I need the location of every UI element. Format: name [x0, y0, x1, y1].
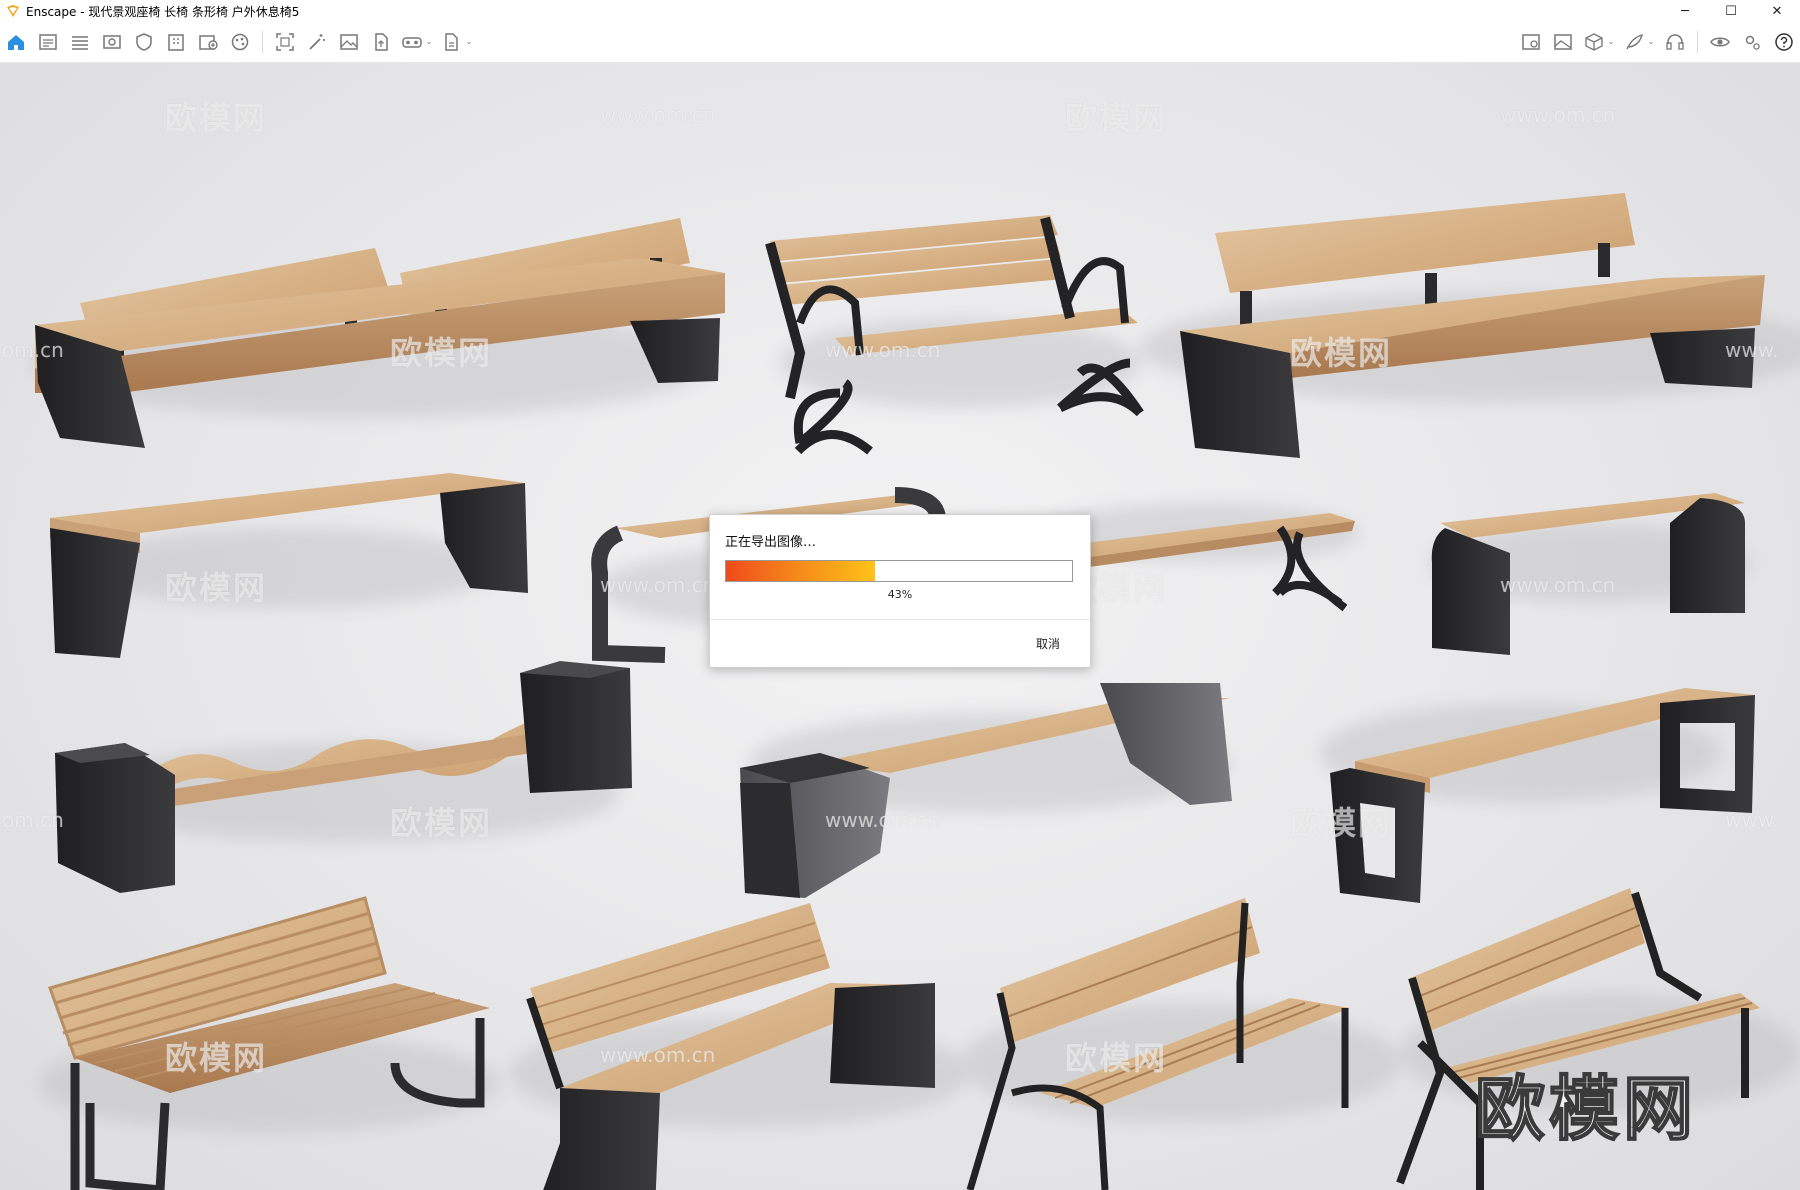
main-toolbar: ⌄ ⌄ ⌄ ⌄ ⌃	[0, 22, 1800, 86]
watermark-url: www.om.cn	[825, 338, 941, 362]
watermark-url: www.om.cn	[1500, 573, 1616, 597]
dialog-title: 正在导出图像…	[725, 535, 817, 550]
watermark-url: www.om.cn	[600, 103, 716, 127]
image-icon	[340, 34, 358, 50]
watermark-url: www.om.cn	[600, 1043, 716, 1067]
dialog-divider	[710, 619, 1090, 620]
home-button[interactable]	[0, 22, 32, 62]
toolbar-right-group: ⌄ ⌄	[1515, 22, 1800, 62]
building-button[interactable]	[160, 22, 192, 62]
title-bar: Enscape - 现代景观座椅 长椅 条形椅 户外休息椅5 ─ ☐ ✕	[0, 0, 1800, 22]
maximize-icon: ☐	[1725, 3, 1737, 19]
watermark-text: 欧模网	[1290, 804, 1393, 842]
shield-button[interactable]	[128, 22, 160, 62]
add-object-button[interactable]	[192, 22, 224, 62]
enscape-logo-icon	[7, 5, 19, 17]
eye-button[interactable]	[1704, 22, 1736, 62]
project-icon	[39, 34, 57, 50]
watermark-text: 欧模网	[1065, 99, 1168, 137]
bench-long-backrest	[1180, 193, 1765, 458]
map-icon	[1522, 34, 1540, 50]
magic-button[interactable]	[301, 22, 333, 62]
watermark-text: 欧模网	[165, 1039, 268, 1077]
map-button[interactable]	[1515, 22, 1547, 62]
watermark-url: om.cn	[2, 338, 64, 362]
headset-button[interactable]	[1659, 22, 1691, 62]
watermark-text: 欧模网	[1290, 334, 1393, 372]
toolbar-left-group: ⌄ ⌄	[0, 22, 477, 62]
progress-fill	[726, 561, 875, 581]
screenshot-icon	[276, 33, 294, 51]
watermark-url: www.om.cn	[1500, 103, 1616, 127]
close-icon: ✕	[1771, 3, 1783, 19]
shield-icon	[136, 33, 152, 51]
close-button[interactable]: ✕	[1754, 0, 1800, 22]
maximize-button[interactable]: ☐	[1708, 0, 1754, 22]
render-viewport[interactable]: 欧模网 www.om.cn 欧模网 www.om.cn om.cn 欧模网 ww…	[0, 63, 1800, 1190]
settings-button[interactable]	[1736, 22, 1768, 62]
chevron-down-icon: ⌄	[1607, 37, 1615, 47]
add-object-icon	[199, 35, 218, 50]
settings-icon	[1745, 35, 1760, 50]
progress-percent: 43%	[887, 588, 913, 601]
help-button[interactable]	[1768, 22, 1800, 62]
watermark-text: 欧模网	[390, 804, 493, 842]
cube-dropdown[interactable]: ⌄	[1579, 22, 1619, 62]
toolbar-separator	[1697, 31, 1698, 53]
export-icon	[445, 33, 458, 51]
watermark-logo: 欧模网	[1474, 1067, 1697, 1151]
cube-icon	[1585, 33, 1603, 51]
view-icon	[103, 35, 121, 49]
image-button[interactable]	[333, 22, 365, 62]
feather-icon	[1626, 33, 1644, 50]
window-title: Enscape - 现代景观座椅 长椅 条形椅 户外休息椅5	[26, 4, 300, 19]
vr-icon	[402, 37, 422, 48]
eye-icon	[1710, 37, 1730, 47]
help-icon	[1775, 33, 1793, 51]
watermark-url: www.om.cn	[825, 808, 941, 832]
watermark-url: www.	[1725, 338, 1779, 362]
home-icon	[8, 35, 24, 50]
visual-settings-icon	[72, 36, 88, 50]
visual-settings-button[interactable]	[64, 22, 96, 62]
minimize-button[interactable]: ─	[1662, 0, 1708, 22]
upload-icon	[375, 33, 388, 51]
watermark-url: www.	[1725, 808, 1779, 832]
watermark-text: 欧模网	[390, 334, 493, 372]
project-button[interactable]	[32, 22, 64, 62]
upload-button[interactable]	[365, 22, 397, 62]
export-dropdown[interactable]: ⌄	[437, 22, 477, 62]
screenshot-button[interactable]	[269, 22, 301, 62]
bench-wavy-slats	[55, 661, 632, 893]
building-icon	[168, 34, 184, 51]
bench-slatted-tubular	[48, 896, 490, 1190]
chevron-down-icon: ⌄	[465, 37, 473, 47]
gallery-button[interactable]	[1547, 22, 1579, 62]
watermark-text: 欧模网	[165, 99, 268, 137]
toolbar-separator	[262, 31, 263, 53]
magic-icon	[309, 34, 325, 50]
watermark-url: www.om.cn	[600, 573, 716, 597]
cancel-button[interactable]: 取消	[1036, 635, 1060, 652]
palette-button[interactable]	[224, 22, 256, 62]
watermark-url: om.cn	[2, 808, 64, 832]
watermark-text: 欧模网	[165, 569, 268, 607]
export-progress-dialog: 正在导出图像… 43% 取消	[709, 514, 1091, 668]
watermark-text: 欧模网	[1065, 1039, 1168, 1077]
minimize-icon: ─	[1681, 3, 1689, 19]
view-button[interactable]	[96, 22, 128, 62]
export-progress-bar	[725, 560, 1073, 582]
gallery-icon	[1554, 34, 1572, 50]
palette-icon	[231, 33, 249, 51]
feather-dropdown[interactable]: ⌄	[1619, 22, 1659, 62]
chevron-down-icon: ⌄	[425, 37, 433, 47]
headset-icon	[1666, 34, 1684, 50]
vr-dropdown[interactable]: ⌄	[397, 22, 437, 62]
chevron-down-icon: ⌄	[1647, 37, 1655, 47]
